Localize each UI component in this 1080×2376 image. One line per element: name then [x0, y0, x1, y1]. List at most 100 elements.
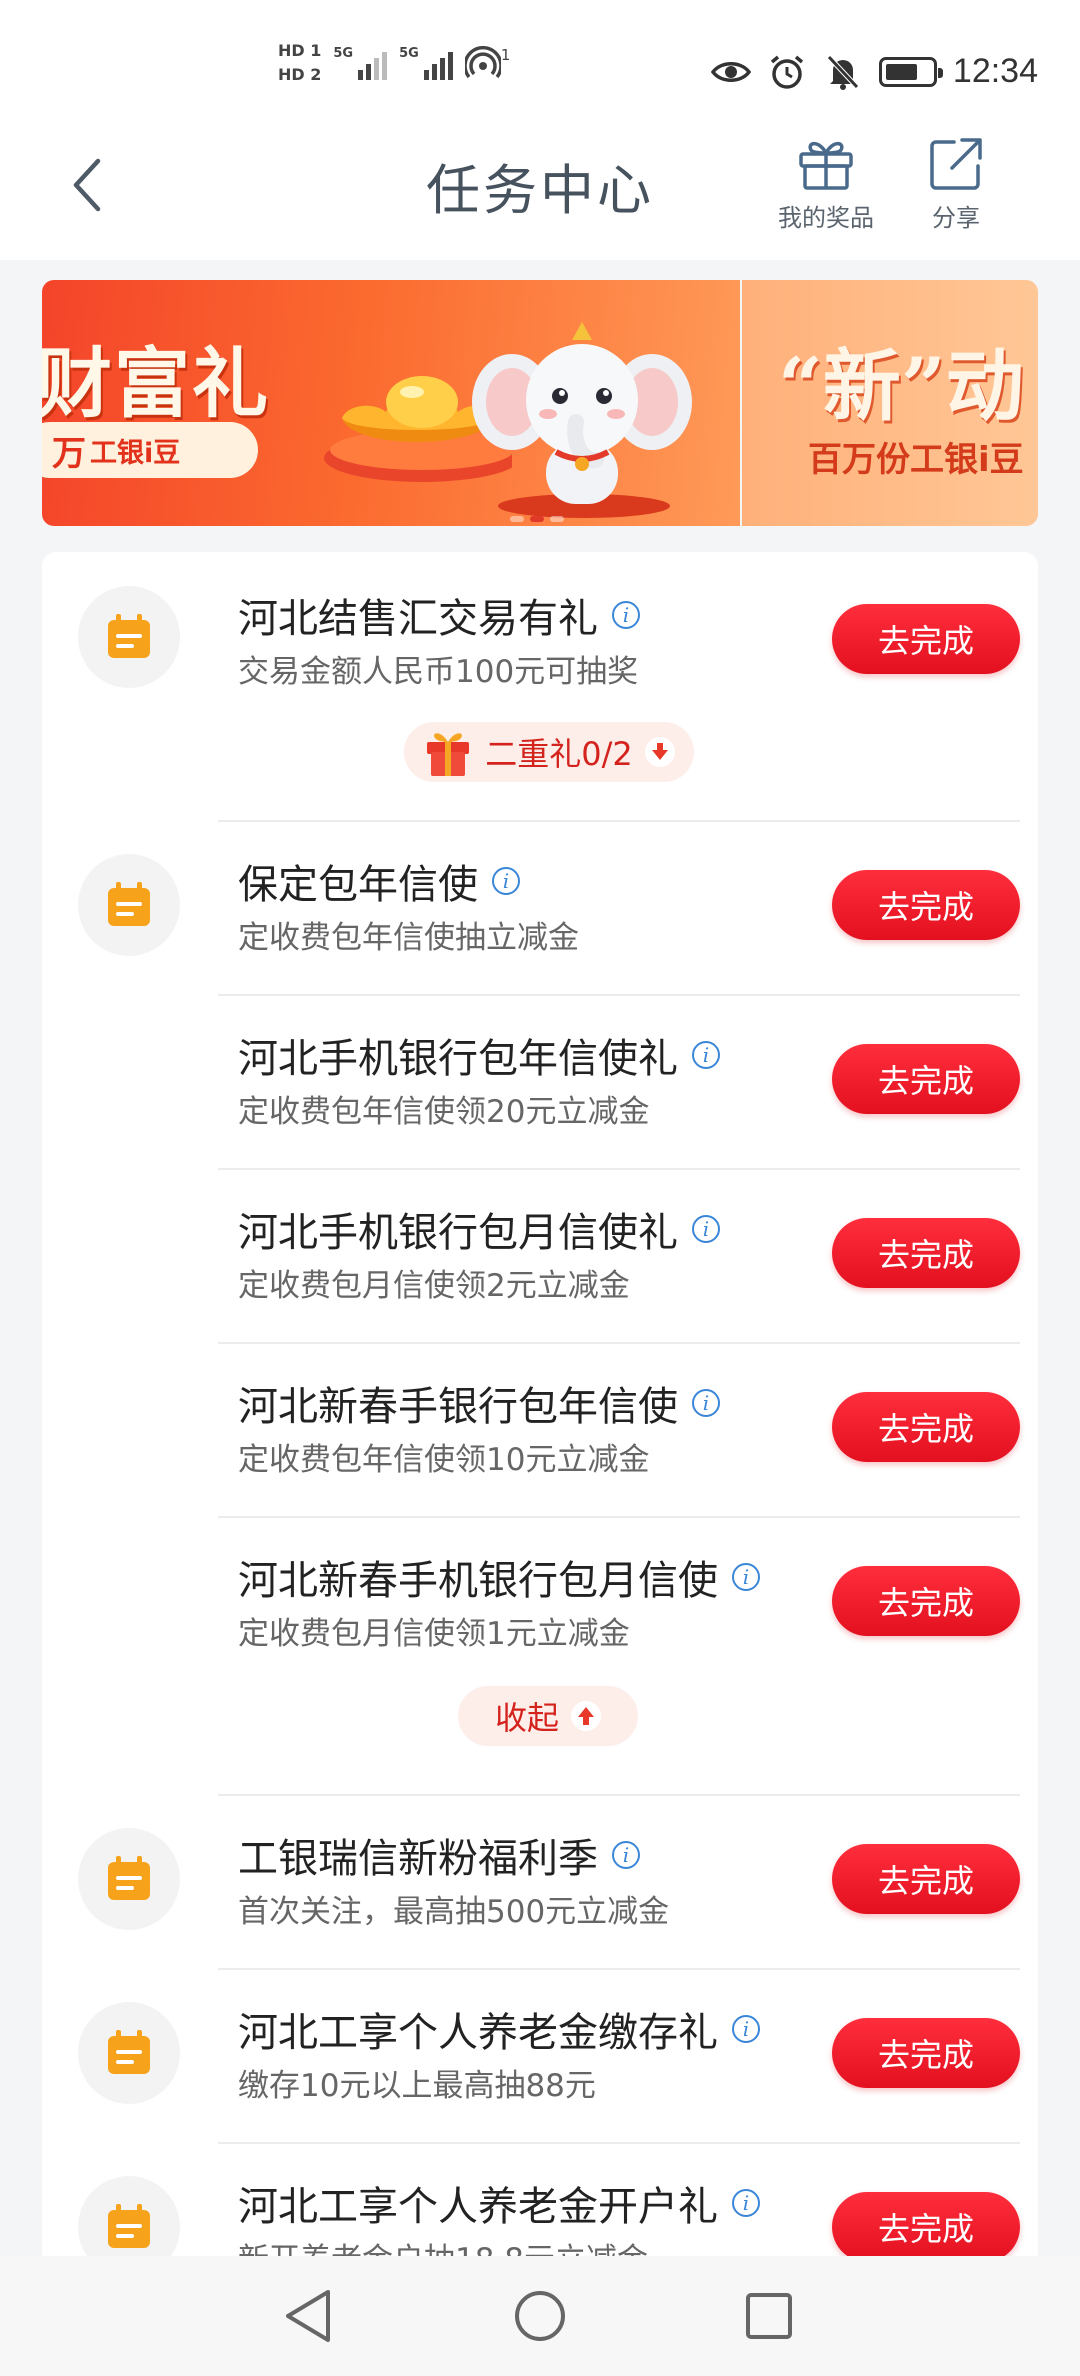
calendar-icon: [78, 1828, 180, 1930]
triangle-back-icon: [286, 2290, 330, 2342]
my-prizes-button[interactable]: 我的奖品: [778, 136, 874, 233]
second-gift-label: 二重礼0/2: [485, 735, 633, 773]
clock: 12:34: [952, 52, 1038, 90]
task-title: 工银瑞信新粉福利季 i: [238, 1826, 640, 1884]
task-subtitle: 定收费包年信使抽立减金: [238, 920, 579, 956]
task-title-text: 河北手机银行包年信使礼: [238, 1036, 678, 1082]
banner-slide-wealth[interactable]: 财富礼 万 工银i豆: [42, 280, 740, 526]
status-bar: HD 1 HD 2 5G 5G 1 12:34: [0, 0, 1080, 120]
gift-box-icon: [427, 733, 470, 776]
nav-back-button[interactable]: [272, 2280, 344, 2352]
task-title: 河北结售汇交易有礼 i: [238, 586, 640, 644]
banner-next-sub: 百万份工银i豆: [808, 440, 1024, 480]
info-icon[interactable]: i: [692, 1041, 720, 1069]
share-icon: [930, 138, 982, 190]
banner-slide-new[interactable]: “新”动 百万份工银i豆: [742, 280, 1038, 526]
task-subtitle: 定收费包年信使领10元立减金: [238, 1442, 650, 1478]
gift-icon: [799, 141, 853, 190]
complete-task-button[interactable]: 去完成: [832, 1218, 1020, 1288]
complete-task-button[interactable]: 去完成: [832, 2018, 1020, 2088]
net1-label: 5G: [333, 46, 354, 61]
share-button[interactable]: 分享: [928, 136, 984, 233]
task-title: 河北新春手银行包年信使 i: [238, 1374, 720, 1432]
carousel-dot: [550, 516, 564, 522]
complete-task-button[interactable]: 去完成: [832, 1844, 1020, 1914]
banner-pill-small: 工银i豆: [90, 437, 181, 469]
collapse-toggle[interactable]: 收起: [458, 1686, 638, 1746]
calendar-icon: [78, 854, 180, 956]
task-row: 河北手机银行包月信使礼 i 定收费包月信使领2元立减金 去完成: [42, 1170, 1038, 1342]
share-label: 分享: [932, 204, 980, 232]
task-title: 保定包年信使 i: [238, 852, 520, 910]
info-icon[interactable]: i: [692, 1215, 720, 1243]
hd2-indicator: HD 2: [278, 65, 322, 84]
banner-main-title: 财富礼: [42, 339, 270, 428]
complete-task-button[interactable]: 去完成: [832, 1044, 1020, 1114]
carousel-dots: [510, 516, 564, 522]
elephant-mascot-image: [472, 322, 692, 518]
arrow-down-icon: [644, 737, 675, 767]
info-icon[interactable]: i: [492, 867, 520, 895]
task-list: 河北结售汇交易有礼 i 交易金额人民币100元可抽奖 去完成 二重礼0/2 保定…: [42, 552, 1038, 2272]
info-icon[interactable]: i: [612, 601, 640, 629]
task-title-text: 保定包年信使: [238, 862, 478, 908]
task-title-text: 河北工享个人养老金开户礼: [238, 2184, 718, 2230]
complete-task-button[interactable]: 去完成: [832, 1566, 1020, 1636]
my-prizes-label: 我的奖品: [778, 204, 874, 232]
task-subtitle: 定收费包年信使领20元立减金: [238, 1094, 650, 1130]
banner-main-pill: 万 工银i豆: [42, 422, 258, 478]
task-row: 工银瑞信新粉福利季 i 首次关注，最高抽500元立减金 去完成: [42, 1796, 1038, 1968]
info-icon[interactable]: i: [732, 2015, 760, 2043]
task-title: 河北手机银行包月信使礼 i: [238, 1200, 720, 1258]
mute-bell-icon: [823, 54, 863, 90]
task-row: 河北结售汇交易有礼 i 交易金额人民币100元可抽奖 去完成 二重礼0/2: [42, 552, 1038, 820]
banner-pill-big: 万: [52, 433, 86, 474]
banner-carousel[interactable]: 财富礼 万 工银i豆 “新”动 百万份工银i豆: [42, 280, 1038, 526]
task-row: 河北工享个人养老金缴存礼 i 缴存10元以上最高抽88元 去完成: [42, 1970, 1038, 2142]
task-row: 河北新春手机银行包月信使 i 定收费包月信使领1元立减金 去完成 收起: [42, 1518, 1038, 1794]
battery-icon: [878, 56, 943, 87]
hd1-indicator: HD 1: [278, 41, 322, 60]
calendar-icon: [78, 586, 180, 688]
arrow-up-icon: [571, 1701, 601, 1731]
system-nav-bar: [0, 2256, 1080, 2376]
hd-indicators: HD 1 HD 2: [278, 42, 321, 84]
task-subtitle: 首次关注，最高抽500元立减金: [238, 1894, 670, 1930]
info-icon[interactable]: i: [732, 2189, 760, 2217]
info-icon[interactable]: i: [732, 1563, 760, 1591]
signal-1-icon: 5G: [333, 46, 388, 80]
task-subtitle: 定收费包月信使领1元立减金: [238, 1616, 630, 1652]
carousel-dot-active: [530, 516, 544, 522]
second-gift-toggle[interactable]: 二重礼0/2: [404, 722, 694, 782]
info-icon[interactable]: i: [612, 1841, 640, 1869]
task-title: 河北工享个人养老金开户礼 i: [238, 2174, 760, 2232]
task-subtitle: 交易金额人民币100元可抽奖: [238, 654, 639, 690]
carousel-dot: [510, 516, 524, 522]
eye-icon: [710, 54, 751, 90]
task-subtitle: 定收费包月信使领2元立减金: [238, 1268, 630, 1304]
complete-task-button[interactable]: 去完成: [832, 1392, 1020, 1462]
net2-label: 5G: [399, 46, 419, 61]
nav-home-button[interactable]: [504, 2280, 576, 2352]
circle-home-icon: [515, 2291, 565, 2341]
status-right: 12:34: [710, 52, 1038, 91]
battery-fill: [885, 63, 917, 80]
task-title: 河北新春手机银行包月信使 i: [238, 1548, 760, 1606]
task-title-text: 河北手机银行包月信使礼: [238, 1210, 678, 1256]
app-header: 任务中心 我的奖品 分享: [0, 120, 1080, 260]
info-icon[interactable]: i: [692, 1389, 720, 1417]
task-title-text: 河北新春手银行包年信使: [238, 1384, 678, 1430]
task-row: 保定包年信使 i 定收费包年信使抽立减金 去完成: [42, 822, 1038, 994]
collapse-label: 收起: [494, 1699, 559, 1737]
nav-recents-button[interactable]: [733, 2280, 805, 2352]
task-title: 河北手机银行包年信使礼 i: [238, 1026, 720, 1084]
task-row: 河北新春手银行包年信使 i 定收费包年信使领10元立减金 去完成: [42, 1344, 1038, 1516]
task-row: 河北工享个人养老金开户礼 i 新开养老金户抽18.8元立减金 去完成: [42, 2144, 1038, 2272]
complete-task-button[interactable]: 去完成: [832, 2192, 1020, 2262]
page-title: 任务中心: [426, 159, 654, 222]
task-title-text: 河北新春手机银行包月信使: [238, 1558, 718, 1604]
complete-task-button[interactable]: 去完成: [832, 604, 1020, 674]
alarm-icon: [767, 54, 807, 90]
complete-task-button[interactable]: 去完成: [832, 870, 1020, 940]
task-subtitle: 缴存10元以上最高抽88元: [238, 2068, 596, 2104]
